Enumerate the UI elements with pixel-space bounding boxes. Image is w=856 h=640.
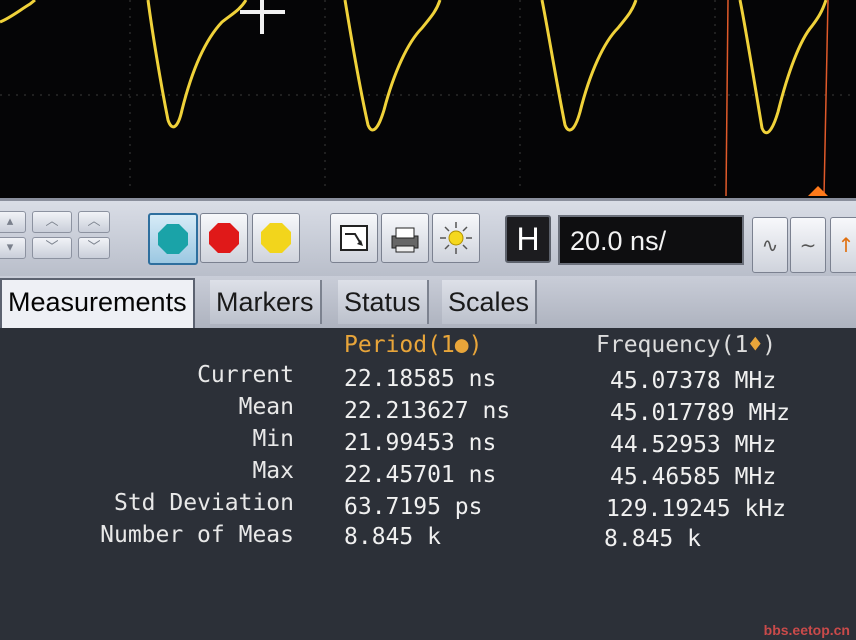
frequency-value: 8.845 k [604, 526, 701, 552]
period-value: 63.7195 ps [344, 494, 483, 520]
row-label: Mean [238, 394, 294, 420]
autoscale-button[interactable] [330, 213, 378, 263]
row-label: Max [252, 458, 294, 484]
sun-icon [440, 222, 472, 254]
page-down-button[interactable]: ﹀ [78, 237, 110, 259]
trigger-marker [808, 186, 828, 196]
frequency-value: 45.07378 MHz [610, 368, 777, 394]
nudge-up-button[interactable]: ︿ [32, 211, 72, 233]
square-wave-icon: ∿ [761, 233, 779, 257]
scroll-up-small-button[interactable]: ▴ [0, 211, 26, 233]
crosshair-cursor [240, 0, 285, 34]
frequency-value: 129.19245 kHz [606, 496, 787, 522]
tab-status[interactable]: Status [338, 280, 429, 324]
marker-line [725, 0, 729, 197]
yellow-octagon-icon [261, 223, 291, 253]
page-up-button[interactable]: ︿ [78, 211, 110, 233]
red-octagon-icon [209, 223, 239, 253]
nudge-down-button[interactable]: ﹀ [32, 237, 72, 259]
horizontal-label: H [505, 215, 551, 263]
printer-icon [391, 227, 419, 253]
trace-channel-1 [0, 0, 828, 135]
watermark: bbs.eetop.cn [763, 622, 850, 638]
print-button[interactable] [381, 213, 429, 263]
fine-adjust-button[interactable]: ∿ [752, 217, 788, 273]
frequency-value: 44.52953 MHz [610, 432, 777, 458]
period-value: 22.18585 ns [344, 366, 497, 392]
channel-yellow-button[interactable] [252, 213, 300, 263]
row-label: Number of Meas [100, 522, 294, 548]
marker-line-right [823, 0, 829, 197]
row-label: Current [197, 362, 294, 388]
period-column-header: Period(1●) [344, 332, 483, 358]
dot-marker-icon: ● [454, 332, 469, 358]
period-value: 8.845 k [344, 524, 441, 550]
arrow-up-icon: ↑ [837, 233, 855, 257]
period-value: 22.213627 ns [344, 398, 511, 424]
brightness-button[interactable] [432, 213, 480, 263]
channel-red-button[interactable] [200, 213, 248, 263]
teal-octagon-icon [158, 224, 188, 254]
tab-bar: Measurements Markers Status Scales [0, 276, 856, 330]
run-stop-button[interactable]: ↑ [830, 217, 856, 273]
waveform-graph [0, 0, 856, 197]
timebase-input[interactable]: 20.0 ns/ [558, 215, 744, 265]
frequency-column-header: Frequency(1♦) [596, 332, 777, 358]
channel-teal-button[interactable] [148, 213, 198, 265]
period-value: 22.45701 ns [344, 462, 497, 488]
waveform-display[interactable] [0, 0, 856, 200]
period-value: 21.99453 ns [344, 430, 497, 456]
row-label: Min [252, 426, 294, 452]
frequency-value: 45.46585 MHz [610, 464, 777, 490]
row-label: Std Deviation [113, 490, 294, 516]
autoscale-icon [340, 225, 368, 251]
tab-scales[interactable]: Scales [442, 280, 538, 324]
measurements-panel: Period(1●) Frequency(1♦) Current 22.1858… [0, 328, 856, 640]
sine-wave-icon: ∼ [799, 233, 817, 257]
diamond-marker-icon: ♦ [748, 332, 763, 358]
scroll-down-small-button[interactable]: ▾ [0, 237, 26, 259]
toolbar: ▴ ▾ ︿ ﹀ ︿ ﹀ H 20.0 ns/ ∿ ∼ ↑ [0, 198, 856, 279]
coarse-adjust-button[interactable]: ∼ [790, 217, 826, 273]
frequency-value: 45.017789 MHz [610, 400, 791, 426]
tab-measurements[interactable]: Measurements [0, 278, 195, 328]
tab-markers[interactable]: Markers [210, 280, 322, 324]
